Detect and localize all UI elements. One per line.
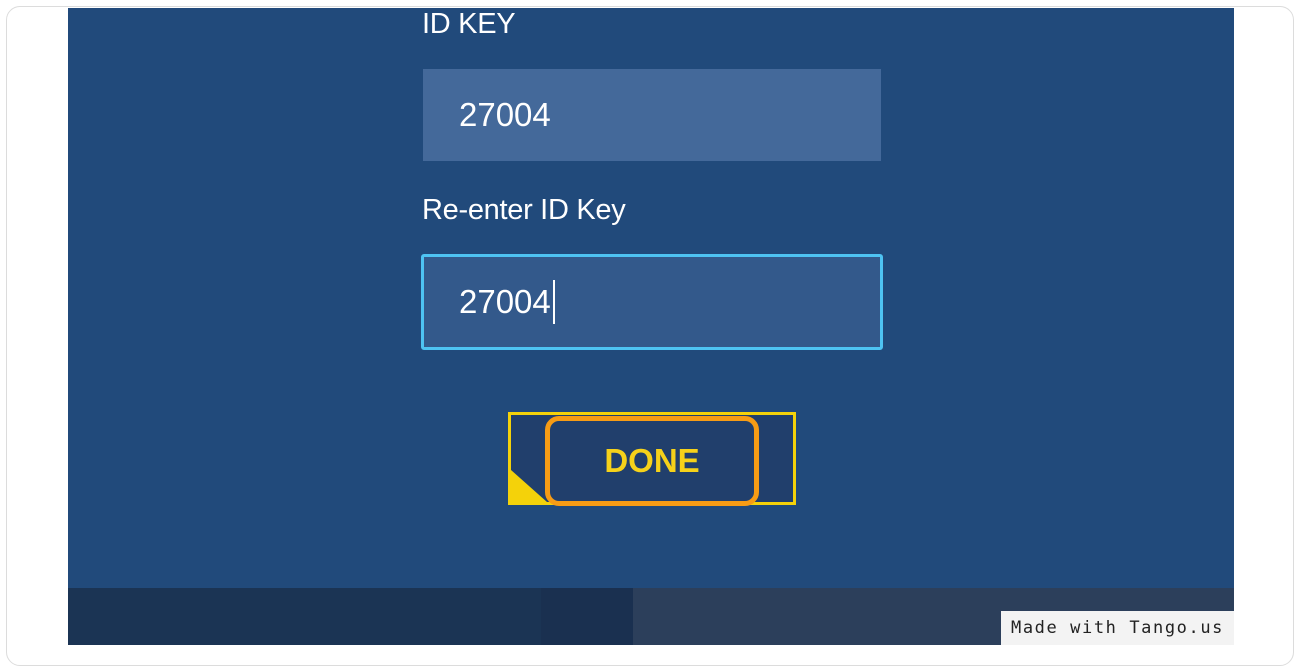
id-key-label: ID KEY	[422, 8, 516, 40]
text-caret	[552, 280, 555, 324]
tango-watermark: Made with Tango.us	[1001, 611, 1234, 645]
app-screen: ID KEY 27004 Re-enter ID Key 27004 DONE	[68, 8, 1234, 645]
done-button[interactable]: DONE	[545, 416, 759, 506]
id-key-value: 27004	[459, 96, 551, 133]
reenter-id-key-input[interactable]: 27004	[421, 254, 883, 350]
reenter-id-key-value: 27004	[459, 283, 551, 320]
id-key-input[interactable]: 27004	[423, 69, 881, 161]
reenter-id-key-label: Re-enter ID Key	[422, 194, 626, 226]
bottom-left-panel-edge	[541, 588, 633, 645]
corner-accent	[511, 470, 547, 502]
